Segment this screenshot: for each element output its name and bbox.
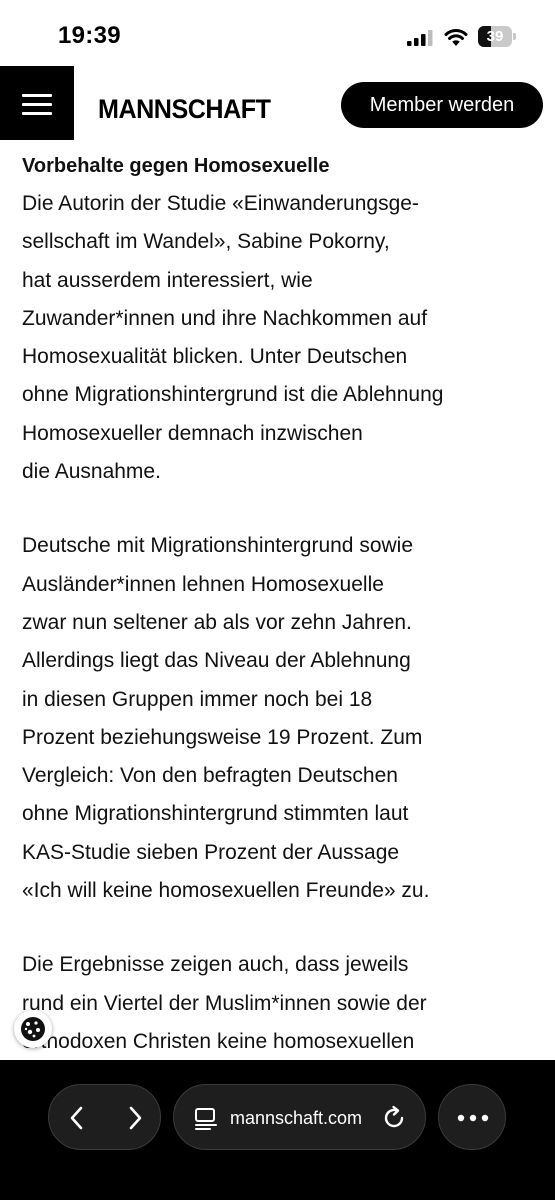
text-line: Homosexueller demnach inzwischen	[22, 421, 363, 445]
text-line: zwar nun seltener ab als vor zehn Jahren…	[22, 610, 412, 634]
navigation-group	[48, 1084, 161, 1150]
cookie-icon	[21, 1017, 45, 1041]
more-icon	[457, 1114, 489, 1122]
member-button[interactable]: Member werden	[341, 82, 543, 128]
text-line: Homosexualität blicken. Unter Deutschen	[22, 345, 408, 369]
text-line: Deutsche mit Migrationshintergrund sowie	[22, 534, 414, 558]
reader-mode-icon[interactable]	[194, 1106, 218, 1130]
address-bar[interactable]: mannschaft.com	[173, 1084, 426, 1150]
text-line: «Ich will keine homosexuellen Freunde» z…	[22, 879, 430, 903]
text-line: Ausländer*innen lehnen Homosexuelle	[22, 572, 384, 596]
cookie-settings-button[interactable]	[14, 1010, 52, 1048]
text-line: Prozent beziehungsweise 19 Prozent. Zum	[22, 725, 423, 749]
article-paragraph: Die Ergebnisse zeigen auch, dass jeweils…	[22, 946, 537, 1061]
reload-icon[interactable]	[380, 1104, 408, 1132]
url-text[interactable]: mannschaft.com	[230, 1085, 362, 1151]
text-line: Die Ergebnisse zeigen auch, dass jeweils	[22, 953, 409, 977]
article-paragraph: Die Autorin der Studie «Einwanderungsge-…	[22, 185, 537, 491]
menu-button[interactable]	[0, 66, 74, 140]
more-button[interactable]	[438, 1084, 506, 1150]
article-subheading: Vorbehalte gegen Homosexuelle	[22, 155, 330, 177]
text-line: KAS-Studie sieben Prozent der Aussage	[22, 840, 400, 864]
back-button[interactable]	[49, 1085, 105, 1151]
text-line: die Ausnahme.	[22, 460, 161, 484]
article-body: Vorbehalte gegen Homosexuelle Die Autori…	[22, 142, 537, 1061]
site-logo[interactable]: MANNSCHAFT	[98, 94, 271, 125]
text-line: ohne Migrationshintergrund stimmten laut	[22, 802, 409, 826]
text-line: rund ein Viertel der Muslim*innen sowie …	[22, 991, 427, 1015]
text-line: Allerdings liegt das Niveau der Ablehnun…	[22, 649, 411, 673]
forward-arrow-icon	[129, 1106, 142, 1130]
text-line: Vergleich: Von den befragten Deutschen	[22, 764, 398, 788]
text-line: orthodoxen Christen keine homosexuellen	[22, 1029, 415, 1053]
text-line: sellschaft im Wandel», Sabine Pokorny,	[22, 230, 390, 254]
text-line: in diesen Gruppen immer noch bei 18	[22, 687, 373, 711]
forward-button[interactable]	[105, 1085, 161, 1151]
battery-level: 39	[486, 28, 504, 45]
status-time: 19:39	[58, 22, 121, 49]
back-arrow-icon	[70, 1106, 83, 1130]
browser-toolbar: mannschaft.com	[0, 1060, 555, 1200]
site-header: MANNSCHAFT Member werden	[0, 66, 555, 142]
text-line: hat ausserdem interessiert, wie	[22, 268, 313, 292]
article-paragraph: Deutsche mit Migrationshintergrund sowie…	[22, 527, 537, 910]
text-line: Zuwander*innen und ihre Nachkommen auf	[22, 306, 428, 330]
status-bar: 19:39 39	[0, 0, 555, 66]
text-line: ohne Migrationshintergrund ist die Ableh…	[22, 383, 444, 407]
wifi-icon	[444, 29, 468, 46]
signal-icon	[407, 30, 433, 46]
text-line: Die Autorin der Studie «Einwanderungsge-	[22, 192, 419, 215]
battery-icon: 39	[478, 26, 516, 47]
